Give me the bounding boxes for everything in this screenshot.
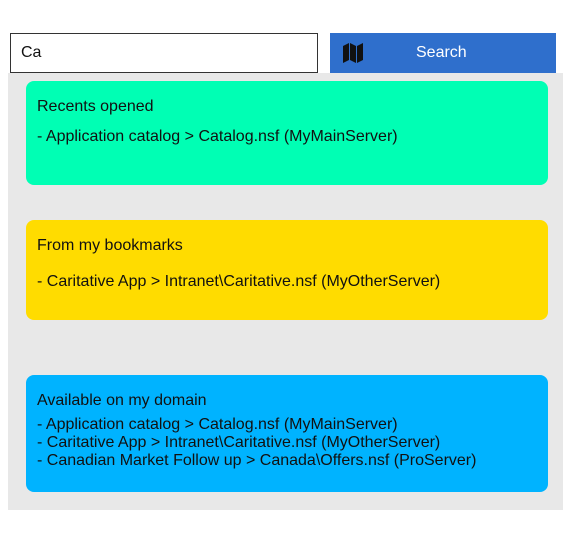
domain-list: - Application catalog > Catalog.nsf (MyM… <box>37 416 476 470</box>
bookmarks-title: From my bookmarks <box>37 237 183 254</box>
recents-list: - Application catalog > Catalog.nsf (MyM… <box>37 128 398 146</box>
recents-card: Recents opened - Application catalog > C… <box>26 81 548 185</box>
list-item[interactable]: - Caritative App > Intranet\Caritative.n… <box>37 434 476 452</box>
search-input[interactable] <box>10 33 318 73</box>
bookmarks-list: - Caritative App > Intranet\Caritative.n… <box>37 273 440 291</box>
list-item[interactable]: - Canadian Market Follow up > Canada\Off… <box>37 452 476 470</box>
search-button-label: Search <box>416 44 467 61</box>
list-item[interactable]: - Application catalog > Catalog.nsf (MyM… <box>37 128 398 146</box>
results-panel: Recents opened - Application catalog > C… <box>8 73 563 510</box>
recents-title: Recents opened <box>37 98 154 115</box>
domain-title: Available on my domain <box>37 392 207 409</box>
list-item[interactable]: - Application catalog > Catalog.nsf (MyM… <box>37 416 476 434</box>
map-icon <box>343 43 363 63</box>
domain-card: Available on my domain - Application cat… <box>26 375 548 492</box>
bookmarks-card: From my bookmarks - Caritative App > Int… <box>26 220 548 320</box>
search-button[interactable]: Search <box>330 33 556 73</box>
list-item[interactable]: - Caritative App > Intranet\Caritative.n… <box>37 273 440 291</box>
